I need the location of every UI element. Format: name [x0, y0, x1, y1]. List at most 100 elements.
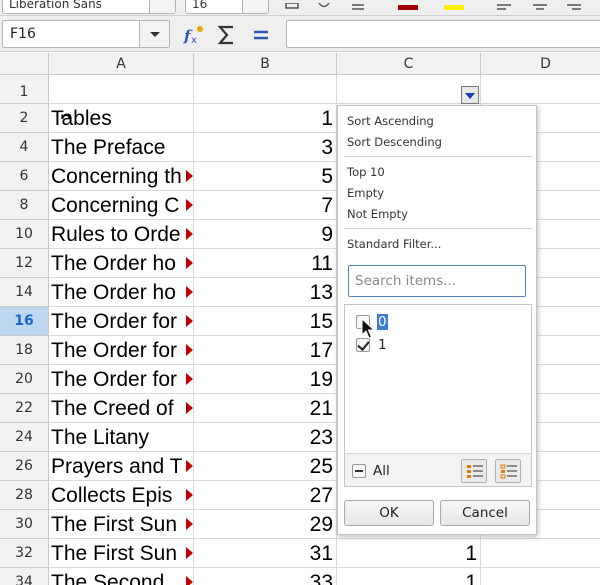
cell-a20[interactable]: The Order for: [49, 365, 194, 394]
search-items-box[interactable]: [348, 265, 526, 297]
italic-icon[interactable]: [316, 0, 332, 8]
cell-b22[interactable]: 21: [194, 394, 337, 423]
cell-b10[interactable]: 9: [194, 220, 337, 249]
cancel-button[interactable]: Cancel: [440, 500, 530, 526]
select-current-only-button[interactable]: [461, 459, 487, 483]
row-header-28[interactable]: 28: [0, 481, 49, 510]
row-header-2[interactable]: 2: [0, 104, 49, 133]
item-1-label[interactable]: 1: [378, 337, 387, 353]
column-header-a[interactable]: A: [49, 53, 194, 75]
row-header-8[interactable]: 8: [0, 191, 49, 220]
ok-button[interactable]: OK: [344, 500, 434, 526]
column-header-c[interactable]: C: [337, 53, 481, 75]
unselect-current-only-button[interactable]: [495, 459, 521, 483]
function-wizard-icon[interactable]: fx: [183, 24, 205, 46]
cell-b16[interactable]: 15: [194, 307, 337, 336]
cell-d1[interactable]: [481, 75, 600, 104]
row-header-30[interactable]: 30: [0, 510, 49, 539]
highlight-color-icon[interactable]: [443, 0, 465, 10]
cell-a8[interactable]: Concerning C: [49, 191, 194, 220]
cell-a34[interactable]: The Second: [49, 568, 194, 585]
row-header-24[interactable]: 24: [0, 423, 49, 452]
row-header-16[interactable]: 16: [0, 307, 49, 336]
cell-a1[interactable]: [49, 75, 194, 104]
standard-filter-item[interactable]: Standard Filter...: [347, 236, 441, 252]
cell-a12[interactable]: The Order ho: [49, 249, 194, 278]
cell-b28[interactable]: 27: [194, 481, 337, 510]
cell-b4[interactable]: 3: [194, 133, 337, 162]
cell-d34[interactable]: [481, 568, 600, 585]
all-checkbox[interactable]: [352, 464, 366, 478]
row-header-26[interactable]: 26: [0, 452, 49, 481]
font-size-dropdown[interactable]: [242, 0, 268, 13]
autofilter-dropdown-button[interactable]: [461, 86, 479, 104]
row-header-34[interactable]: 34: [0, 568, 49, 585]
row-header-22[interactable]: 22: [0, 394, 49, 423]
font-name-dropdown[interactable]: [149, 0, 175, 13]
row-header-32[interactable]: 32: [0, 539, 49, 568]
row-header-10[interactable]: 10: [0, 220, 49, 249]
cell-b20[interactable]: 19: [194, 365, 337, 394]
formula-icon[interactable]: [250, 24, 272, 46]
empty-item[interactable]: Empty: [347, 185, 384, 201]
name-box-dropdown[interactable]: [139, 21, 169, 47]
top10-item[interactable]: Top 10: [347, 164, 385, 180]
row-header-12[interactable]: 12: [0, 249, 49, 278]
svg-text:x: x: [191, 35, 197, 46]
underline-icon[interactable]: [350, 0, 366, 10]
align-center-icon[interactable]: [532, 0, 548, 10]
cell-a32[interactable]: The First Sun: [49, 539, 194, 568]
cell-b30[interactable]: 29: [194, 510, 337, 539]
cell-a22[interactable]: The Creed of: [49, 394, 194, 423]
cell-d32[interactable]: [481, 539, 600, 568]
cell-b14[interactable]: 13: [194, 278, 337, 307]
cell-c32[interactable]: 1: [337, 539, 481, 568]
cell-c34[interactable]: 1: [337, 568, 481, 585]
item-1-checkbox[interactable]: [356, 338, 370, 352]
cell-b6[interactable]: 5: [194, 162, 337, 191]
sum-icon[interactable]: [216, 24, 238, 46]
cell-a16[interactable]: The Order for: [49, 307, 194, 336]
cell-a30[interactable]: The First Sun: [49, 510, 194, 539]
cell-a26[interactable]: Prayers and T: [49, 452, 194, 481]
font-color-icon[interactable]: [397, 0, 419, 10]
cell-a6[interactable]: Concerning th: [49, 162, 194, 191]
search-items-input[interactable]: [350, 267, 524, 295]
align-left-icon[interactable]: [496, 0, 512, 10]
cell-b32[interactable]: 31: [194, 539, 337, 568]
cell-a28[interactable]: Collects Epis: [49, 481, 194, 510]
bold-icon[interactable]: [284, 0, 300, 9]
cell-a4[interactable]: The Preface: [49, 133, 194, 162]
column-header-b[interactable]: B: [194, 53, 337, 75]
cell-b1[interactable]: [194, 75, 337, 104]
not-empty-item[interactable]: Not Empty: [347, 206, 408, 222]
row-header-1[interactable]: 1: [0, 75, 49, 104]
row-header-18[interactable]: 18: [0, 336, 49, 365]
cell-b24[interactable]: 23: [194, 423, 337, 452]
sort-descending-item[interactable]: Sort Descending: [347, 134, 442, 150]
cell-c1[interactable]: [337, 75, 481, 104]
row-header-4[interactable]: 4: [0, 133, 49, 162]
cell-b26[interactable]: 25: [194, 452, 337, 481]
font-name-combo[interactable]: Liberation Sans: [2, 0, 176, 14]
row-header-6[interactable]: 6: [0, 162, 49, 191]
row-header-14[interactable]: 14: [0, 278, 49, 307]
cell-a18[interactable]: The Order for: [49, 336, 194, 365]
sort-ascending-item[interactable]: Sort Ascending: [347, 113, 434, 129]
select-all-corner[interactable]: [0, 53, 49, 75]
cell-b8[interactable]: 7: [194, 191, 337, 220]
align-right-icon[interactable]: [566, 0, 582, 10]
column-header-d[interactable]: D: [481, 53, 600, 75]
cell-b18[interactable]: 17: [194, 336, 337, 365]
cell-a24[interactable]: The Litany: [49, 423, 194, 452]
cell-b12[interactable]: 11: [194, 249, 337, 278]
formula-input[interactable]: [286, 20, 600, 48]
cell-a14[interactable]: The Order ho: [49, 278, 194, 307]
cell-a10[interactable]: Rules to Orde: [49, 220, 194, 249]
font-size-combo[interactable]: 16: [185, 0, 269, 14]
row-header-20[interactable]: 20: [0, 365, 49, 394]
cell-b34[interactable]: 33: [194, 568, 337, 585]
cell-b2[interactable]: 1: [194, 104, 337, 133]
item-0-label[interactable]: 0: [377, 314, 388, 330]
name-box[interactable]: F16: [2, 20, 170, 48]
